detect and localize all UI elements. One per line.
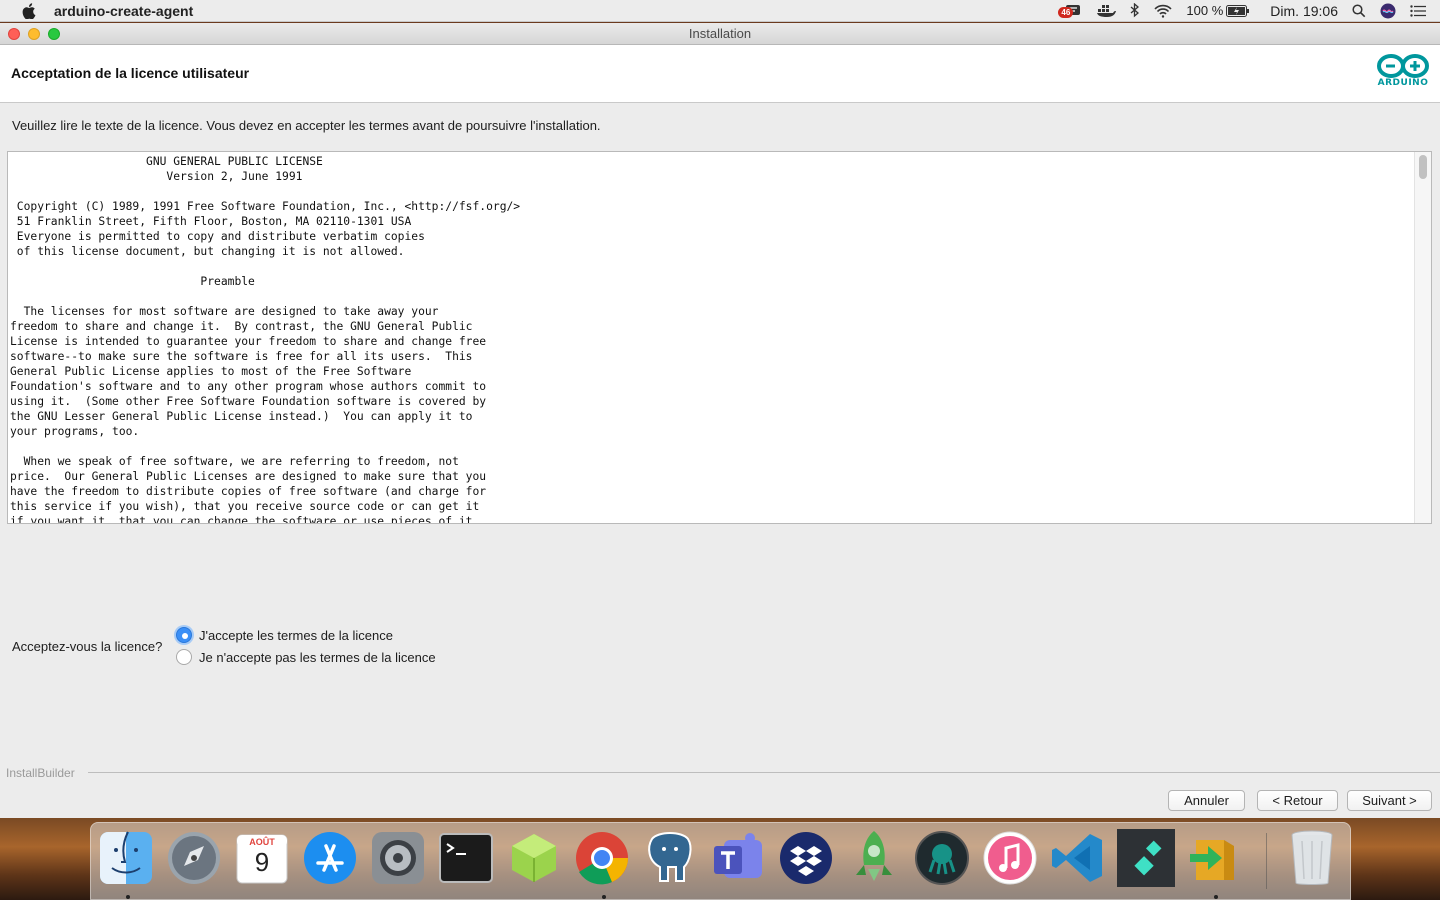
launchpad-icon[interactable] xyxy=(165,829,223,887)
notification-badge-icon[interactable]: 46 xyxy=(1058,3,1082,19)
battery-status[interactable]: 100 % xyxy=(1186,3,1250,18)
window-titlebar[interactable]: Installation xyxy=(0,23,1440,45)
calendar-icon[interactable]: AOÛT 9 xyxy=(233,829,291,887)
migration-running-dot xyxy=(1214,895,1218,899)
notification-count: 46 xyxy=(1058,6,1074,18)
dock: AOÛT 9 xyxy=(90,822,1351,900)
gitkraken-icon[interactable] xyxy=(913,829,971,887)
menu-clock[interactable]: Dim. 19:06 xyxy=(1270,3,1338,19)
siri-icon[interactable] xyxy=(1380,3,1396,19)
battery-percent: 100 % xyxy=(1186,3,1224,18)
arduino-logo: ARDUINO xyxy=(1376,53,1430,88)
filmora-icon[interactable] xyxy=(1117,829,1175,887)
dock-separator xyxy=(1266,833,1267,889)
page-header: Acceptation de la licence utilisateur AR… xyxy=(0,45,1440,103)
window-title: Installation xyxy=(688,26,752,41)
migration-box-icon[interactable] xyxy=(1185,829,1243,887)
arduino-logo-text: ARDUINO xyxy=(1377,78,1429,88)
decline-option-label[interactable]: Je n'accepte pas les termes de la licenc… xyxy=(199,650,436,665)
calendar-day: 9 xyxy=(254,847,270,877)
arduino-infinity-icon xyxy=(1377,54,1429,78)
wifi-icon[interactable] xyxy=(1154,4,1173,18)
bluetooth-icon[interactable] xyxy=(1130,3,1140,18)
menu-app-name[interactable]: arduino-create-agent xyxy=(54,3,193,19)
finder-icon[interactable] xyxy=(97,829,155,887)
installbuilder-label: InstallBuilder xyxy=(6,766,75,780)
finder-running-dot xyxy=(126,895,130,899)
teams-icon[interactable] xyxy=(709,829,767,887)
rocket-app-icon[interactable] xyxy=(845,829,903,887)
back-button[interactable]: < Retour xyxy=(1257,790,1338,811)
postgres-elephant-icon[interactable] xyxy=(641,829,699,887)
spotlight-search-icon[interactable] xyxy=(1352,3,1366,18)
window-controls xyxy=(8,28,60,40)
license-instructions: Veuillez lire le texte de la licence. Vo… xyxy=(12,118,601,133)
docker-icon[interactable] xyxy=(1096,4,1117,18)
accept-radio[interactable] xyxy=(176,627,192,643)
close-window-button[interactable] xyxy=(8,28,20,40)
license-scrollbar-thumb[interactable] xyxy=(1419,155,1427,179)
music-icon[interactable] xyxy=(981,829,1039,887)
cube-app-icon[interactable] xyxy=(505,829,563,887)
license-text-area[interactable]: GNU GENERAL PUBLIC LICENSE Version 2, Ju… xyxy=(7,151,1432,524)
page-title: Acceptation de la licence utilisateur xyxy=(11,65,250,81)
accept-option[interactable]: J'accepte les termes de la licence xyxy=(176,627,393,643)
terminal-icon[interactable] xyxy=(437,829,495,887)
accept-question-label: Acceptez-vous la licence? xyxy=(12,639,163,654)
chrome-icon[interactable] xyxy=(573,829,631,887)
notification-center-icon[interactable] xyxy=(1410,4,1426,17)
accept-option-label[interactable]: J'accepte les termes de la licence xyxy=(199,628,393,643)
vscode-icon[interactable] xyxy=(1049,829,1107,887)
footer-divider xyxy=(88,772,1440,773)
cancel-button[interactable]: Annuler xyxy=(1168,790,1245,811)
system-preferences-icon[interactable] xyxy=(369,829,427,887)
installer-window: Installation Acceptation de la licence u… xyxy=(0,23,1440,818)
chrome-running-dot xyxy=(602,895,606,899)
menu-bar: arduino-create-agent 46 100 % Dim. 19:06 xyxy=(0,0,1440,22)
trash-icon[interactable] xyxy=(1283,829,1341,887)
minimize-window-button[interactable] xyxy=(28,28,40,40)
zoom-window-button[interactable] xyxy=(48,28,60,40)
dropbox-icon[interactable] xyxy=(777,829,835,887)
decline-option[interactable]: Je n'accepte pas les termes de la licenc… xyxy=(176,649,436,665)
decline-radio[interactable] xyxy=(176,649,192,665)
license-scrollbar[interactable] xyxy=(1414,152,1431,523)
apple-menu-icon[interactable] xyxy=(20,0,38,22)
license-text: GNU GENERAL PUBLIC LICENSE Version 2, Ju… xyxy=(10,155,521,524)
app-store-icon[interactable] xyxy=(301,829,359,887)
next-button[interactable]: Suivant > xyxy=(1347,790,1432,811)
calendar-month: AOÛT xyxy=(249,837,275,847)
